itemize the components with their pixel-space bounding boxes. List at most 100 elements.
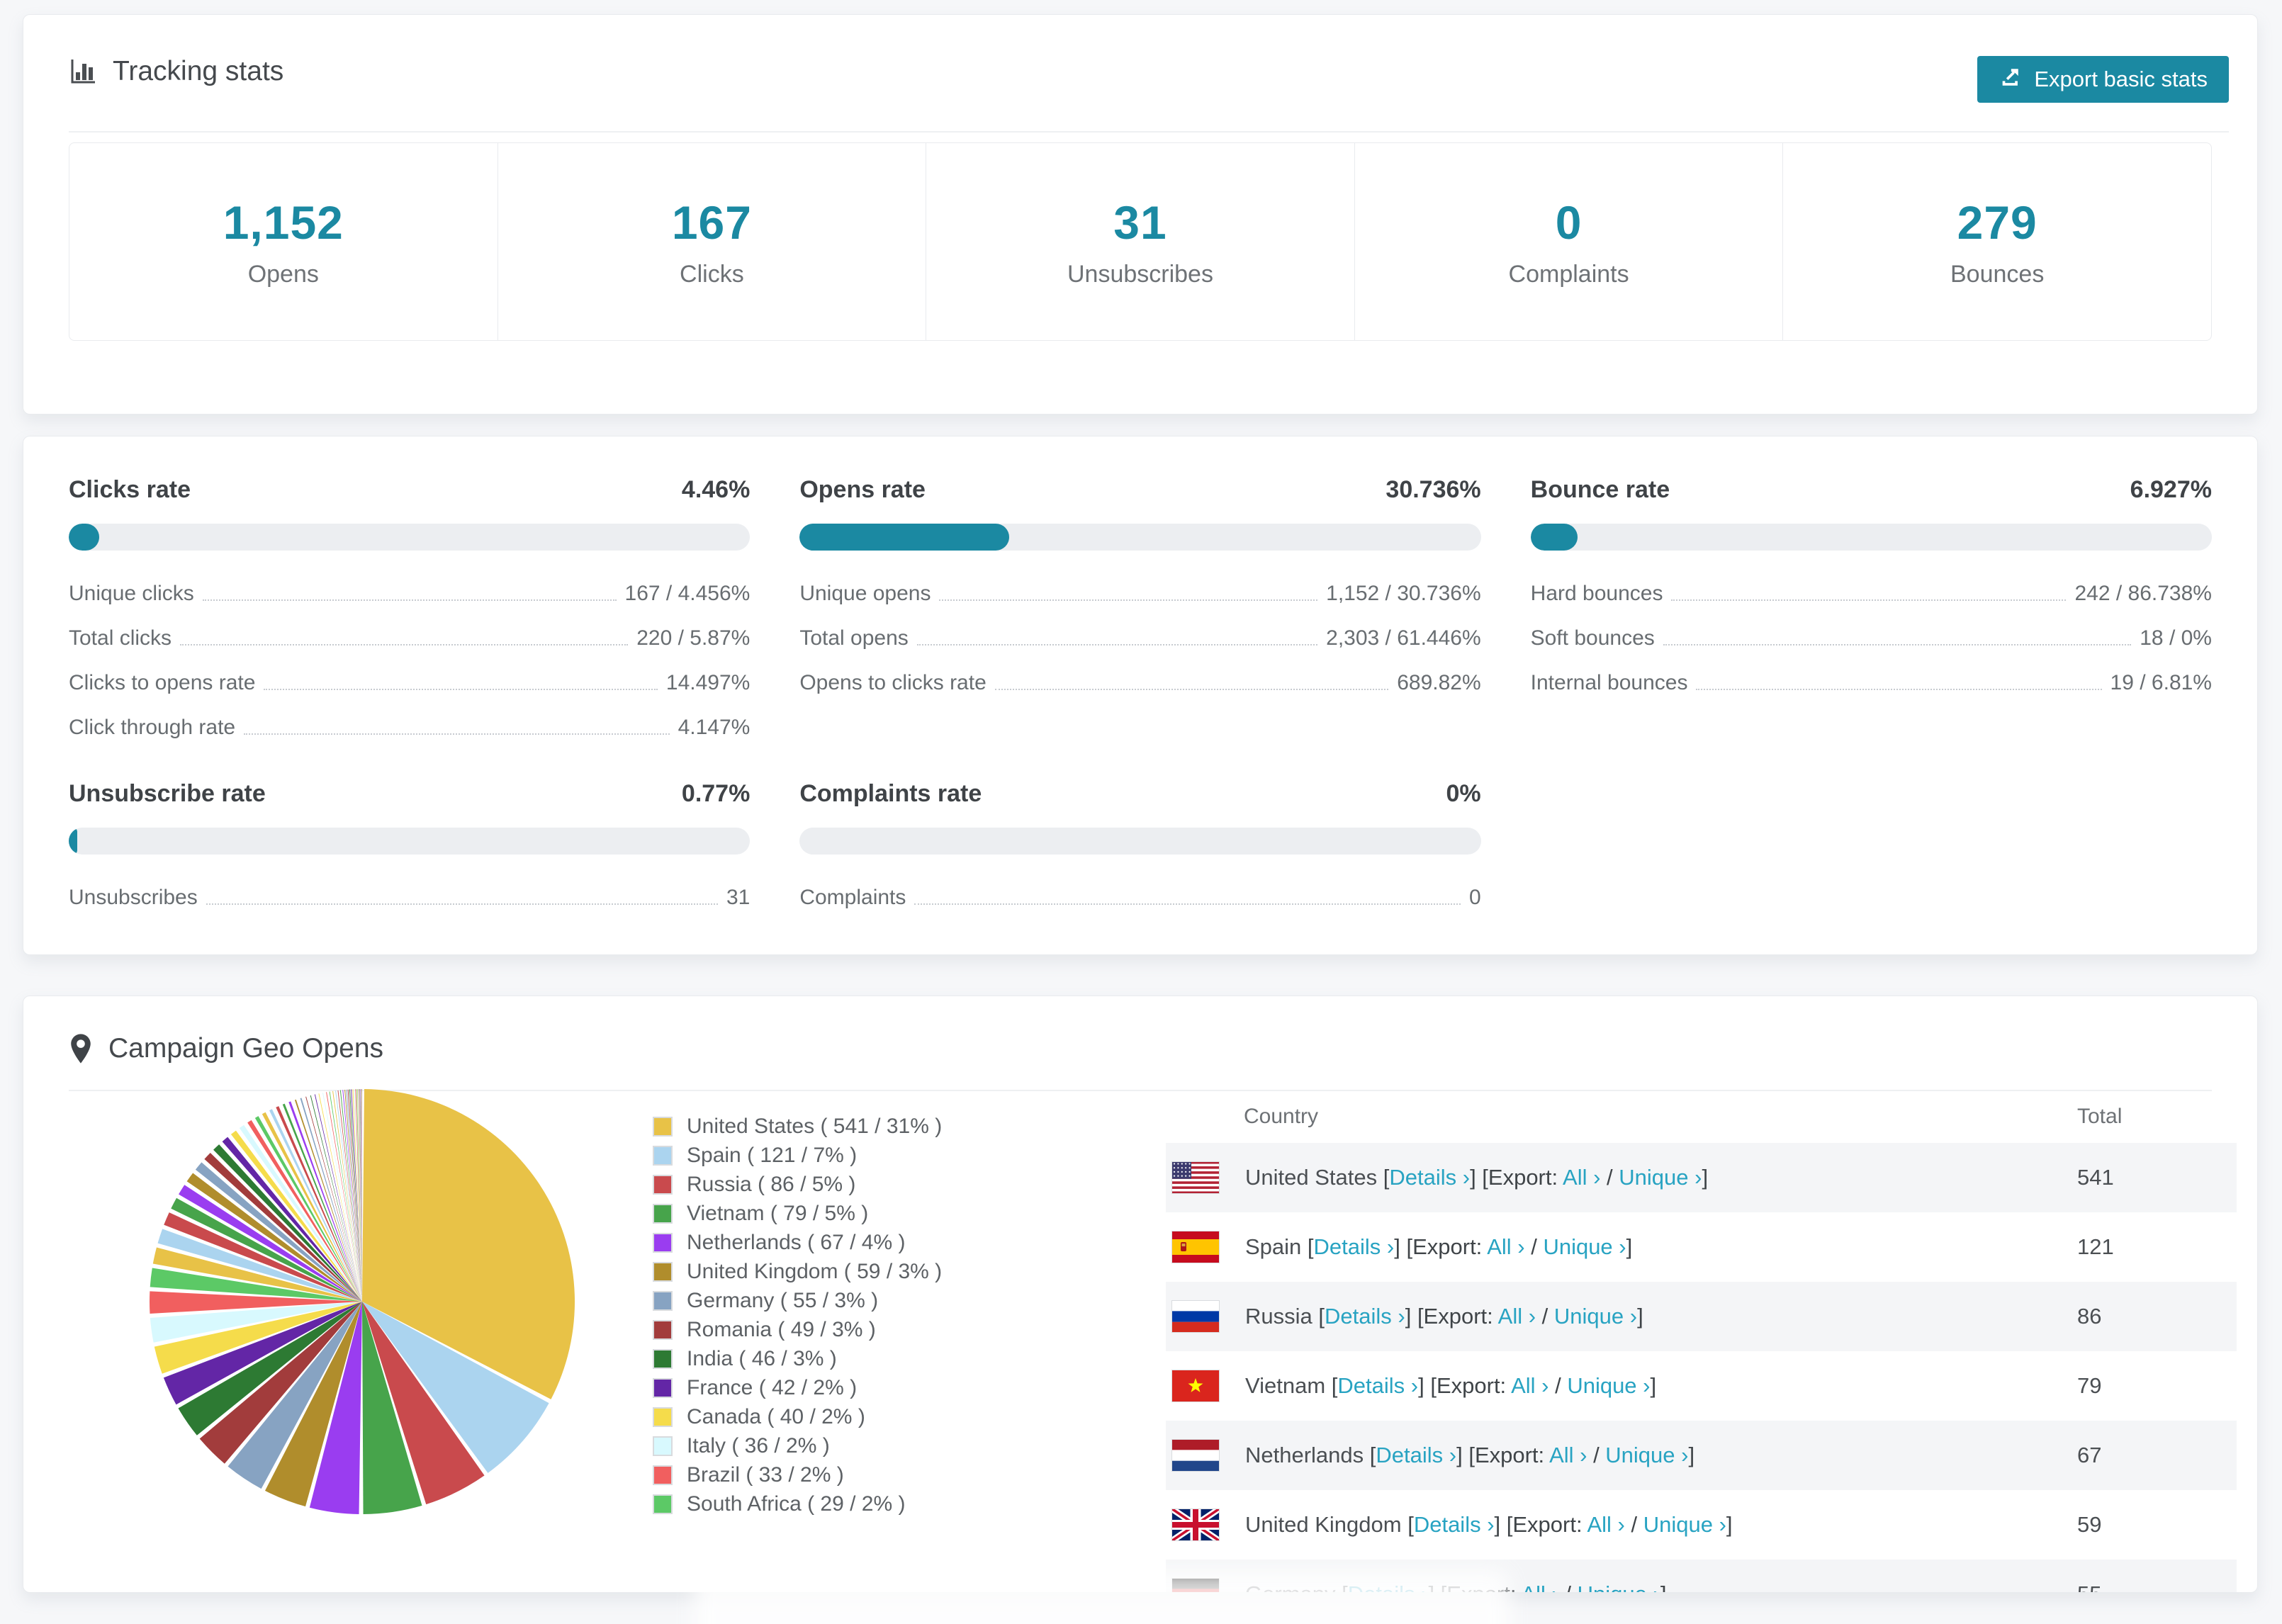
legend-item-united-states[interactable]: United States ( 541 / 31% )	[653, 1112, 942, 1141]
export-all-link[interactable]: All ›	[1563, 1165, 1600, 1190]
export-all-link[interactable]: All ›	[1511, 1373, 1548, 1398]
detail-label: Unique opens	[799, 582, 931, 605]
legend-label: India ( 46 / 3% )	[687, 1346, 837, 1370]
details-link[interactable]: Details ›	[1337, 1373, 1418, 1398]
country-row-netherlands: Netherlands [Details ›] [Export: All › /…	[1166, 1421, 2237, 1490]
details-link[interactable]: Details ›	[1376, 1443, 1456, 1467]
export-all-link[interactable]: All ›	[1521, 1581, 1558, 1592]
export-unique-link[interactable]: Unique ›	[1543, 1234, 1626, 1259]
details-link[interactable]: Details ›	[1348, 1581, 1429, 1592]
legend-item-canada[interactable]: Canada ( 40 / 2% )	[653, 1402, 942, 1431]
legend-item-france[interactable]: France ( 42 / 2% )	[653, 1373, 942, 1402]
export-unique-link[interactable]: Unique ›	[1567, 1373, 1650, 1398]
export-unique-link[interactable]: Unique ›	[1578, 1581, 1660, 1592]
export-unique-link[interactable]: Unique ›	[1619, 1165, 1702, 1190]
country-cell: Germany [Details ›] [Export: All › / Uni…	[1245, 1581, 1666, 1592]
details-link[interactable]: Details ›	[1414, 1512, 1495, 1537]
legend-swatch	[653, 1406, 673, 1427]
details-link[interactable]: Details ›	[1314, 1234, 1395, 1259]
es-flag-icon	[1171, 1231, 1220, 1263]
tracking-stats-header: Tracking stats	[69, 56, 283, 87]
rate-progress-track	[1530, 524, 2212, 551]
export-unique-link[interactable]: Unique ›	[1643, 1512, 1726, 1537]
details-link[interactable]: Details ›	[1389, 1165, 1470, 1190]
rate-detail-row: Complaints 0	[799, 886, 1480, 910]
rate-block-complaints-rate: Complaints rate 0% Complaints 0	[799, 780, 1481, 910]
legend-item-romania[interactable]: Romania ( 49 / 3% )	[653, 1315, 942, 1344]
country-name: Netherlands	[1245, 1443, 1364, 1467]
export-all-link[interactable]: All ›	[1587, 1512, 1624, 1537]
detail-label: Unsubscribes	[69, 886, 198, 909]
total-cell: 55	[2077, 1581, 2101, 1592]
legend-item-germany[interactable]: Germany ( 55 / 3% )	[653, 1286, 942, 1315]
detail-label: Total clicks	[69, 626, 172, 650]
legend-item-vietnam[interactable]: Vietnam ( 79 / 5% )	[653, 1199, 942, 1228]
details-link[interactable]: Details ›	[1325, 1304, 1405, 1329]
detail-label: Unique clicks	[69, 582, 194, 605]
country-cell: Spain [Details ›] [Export: All › / Uniqu…	[1245, 1234, 1633, 1259]
legend-item-italy[interactable]: Italy ( 36 / 2% )	[653, 1431, 942, 1460]
detail-label: Total opens	[799, 626, 909, 650]
rate-value: 0%	[1446, 780, 1481, 807]
export-icon	[1999, 64, 2023, 94]
rate-detail-row: Opens to clicks rate 689.82%	[799, 671, 1480, 695]
legend-swatch	[653, 1145, 673, 1166]
legend-item-india[interactable]: India ( 46 / 3% )	[653, 1344, 942, 1373]
rate-detail-row: Total opens 2,303 / 61.446%	[799, 626, 1480, 650]
legend-item-russia[interactable]: Russia ( 86 / 5% )	[653, 1170, 942, 1199]
dotted-leader	[916, 644, 1318, 645]
rate-detail-row: Unsubscribes 31	[69, 886, 750, 910]
legend-label: Brazil ( 33 / 2% )	[687, 1462, 844, 1487]
dotted-leader	[244, 733, 670, 735]
map-pin-icon	[69, 1033, 93, 1064]
dotted-leader	[180, 644, 629, 645]
export-basic-stats-button[interactable]: Export basic stats	[1977, 56, 2229, 103]
export-all-link[interactable]: All ›	[1549, 1443, 1587, 1467]
export-unique-link[interactable]: Unique ›	[1554, 1304, 1637, 1329]
pie-slice-other[interactable]	[355, 1089, 362, 1302]
rate-progress-track	[69, 828, 751, 855]
stat-label: Unsubscribes	[1067, 260, 1213, 288]
detail-value: 689.82%	[1397, 671, 1481, 694]
rate-detail-row: Hard bounces 242 / 86.738%	[1531, 582, 2212, 606]
rate-value: 6.927%	[2130, 476, 2212, 503]
legend-item-brazil[interactable]: Brazil ( 33 / 2% )	[653, 1460, 942, 1489]
stat-label: Opens	[247, 260, 319, 288]
legend-item-spain[interactable]: Spain ( 121 / 7% )	[653, 1141, 942, 1170]
legend-swatch	[653, 1436, 673, 1456]
dotted-leader	[994, 689, 1389, 690]
pie-slice-other[interactable]	[337, 1090, 362, 1302]
legend-item-united-kingdom[interactable]: United Kingdom ( 59 / 3% )	[653, 1257, 942, 1286]
de-flag-icon	[1171, 1578, 1220, 1592]
stat-label: Bounces	[1950, 260, 2045, 288]
export-unique-link[interactable]: Unique ›	[1605, 1443, 1688, 1467]
legend-item-south-africa[interactable]: South Africa ( 29 / 2% )	[653, 1489, 942, 1518]
rate-detail-row: Click through rate 4.147%	[69, 716, 750, 740]
export-button-label: Export basic stats	[2034, 67, 2208, 91]
country-row-germany: Germany [Details ›] [Export: All › / Uni…	[1166, 1560, 2237, 1592]
us-flag-icon	[1171, 1161, 1220, 1194]
rate-detail-row: Internal bounces 19 / 6.81%	[1531, 671, 2212, 695]
rate-progress-track	[799, 524, 1481, 551]
ru-flag-icon	[1171, 1300, 1220, 1333]
detail-value: 220 / 5.87%	[636, 626, 751, 650]
legend-swatch	[653, 1261, 673, 1282]
legend-item-netherlands[interactable]: Netherlands ( 67 / 4% )	[653, 1228, 942, 1257]
legend-label: Spain ( 121 / 7% )	[687, 1143, 858, 1167]
rate-value: 4.46%	[681, 476, 751, 503]
export-all-link[interactable]: All ›	[1487, 1234, 1524, 1259]
stat-complaints: 0 Complaints	[1355, 143, 1784, 340]
geo-opens-pie-chart[interactable]	[145, 1085, 579, 1518]
export-all-link[interactable]: All ›	[1498, 1304, 1536, 1329]
legend-label: United Kingdom ( 59 / 3% )	[687, 1259, 943, 1283]
dotted-leader	[264, 689, 658, 690]
dotted-leader	[206, 903, 718, 905]
dotted-leader	[914, 903, 1461, 905]
total-column-header: Total	[2077, 1104, 2123, 1128]
dotted-leader	[1663, 644, 2132, 645]
rate-detail-row: Clicks to opens rate 14.497%	[69, 671, 750, 695]
detail-label: Soft bounces	[1530, 626, 1655, 650]
stats-summary-row: 1,152 Opens 167 Clicks 31 Unsubscribes 0 Co…	[69, 142, 2212, 341]
legend-swatch	[653, 1203, 673, 1224]
country-cell: United States [Details ›] [Export: All ›…	[1245, 1165, 1709, 1190]
